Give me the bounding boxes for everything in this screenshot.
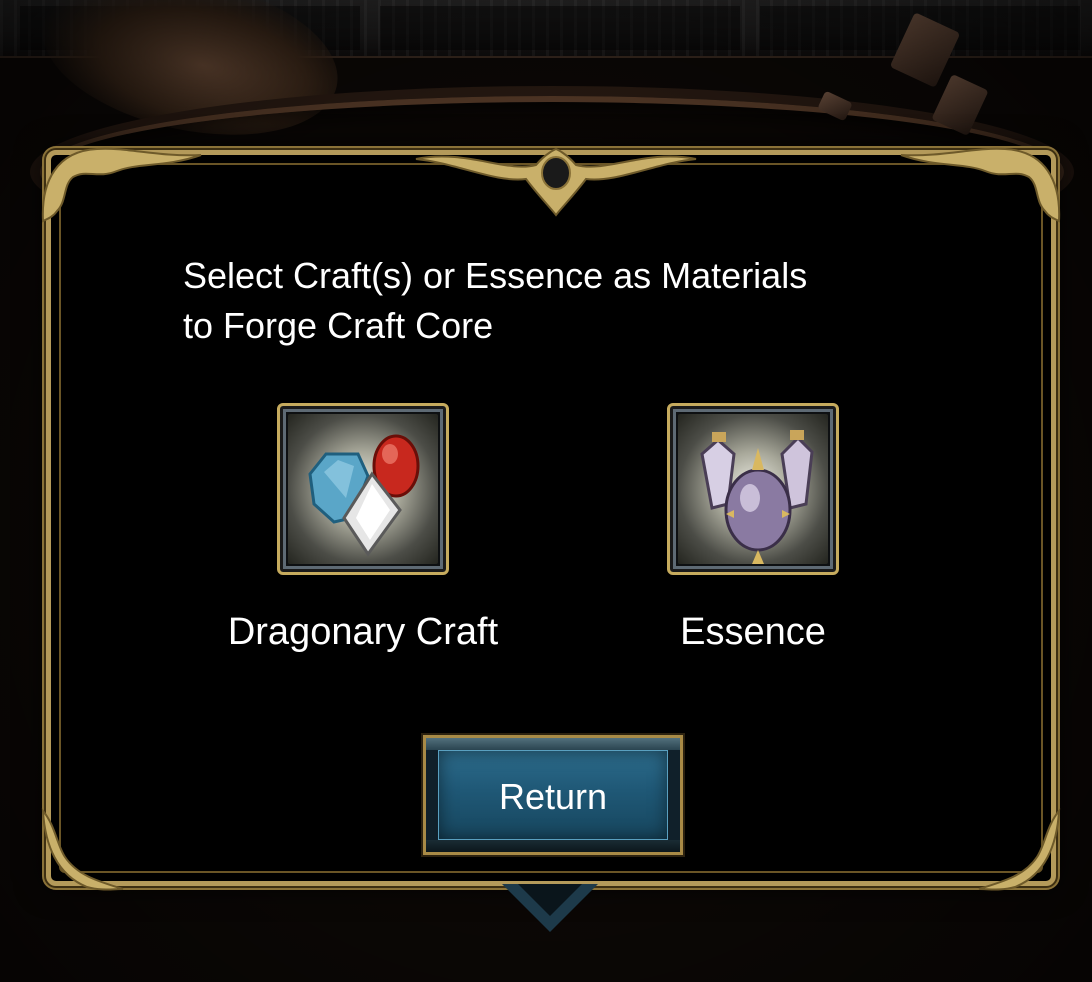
essence-option[interactable]: Essence <box>591 403 911 673</box>
corner-ornament <box>41 147 202 223</box>
top-crest-ornament <box>415 147 697 217</box>
return-button[interactable]: Return <box>423 735 683 855</box>
corner-ornament <box>900 147 1061 223</box>
dialog-title: Select Craft(s) or Essence as Materials … <box>183 255 808 346</box>
corner-ornament <box>41 808 124 891</box>
essence-icon-button[interactable] <box>667 403 839 575</box>
forge-material-dialog: Select Craft(s) or Essence as Materials … <box>41 147 1061 891</box>
corner-ornament <box>978 808 1061 891</box>
dragonary-craft-option[interactable]: Dragonary Craft <box>201 403 521 673</box>
gems-icon <box>308 434 420 557</box>
dragonary-craft-icon-button[interactable] <box>277 403 449 575</box>
return-button-label: Return <box>498 776 608 817</box>
dragonary-craft-label: Dragonary Craft <box>227 611 499 653</box>
essence-label: Essence <box>680 611 826 653</box>
essence-vials-icon <box>700 430 814 564</box>
